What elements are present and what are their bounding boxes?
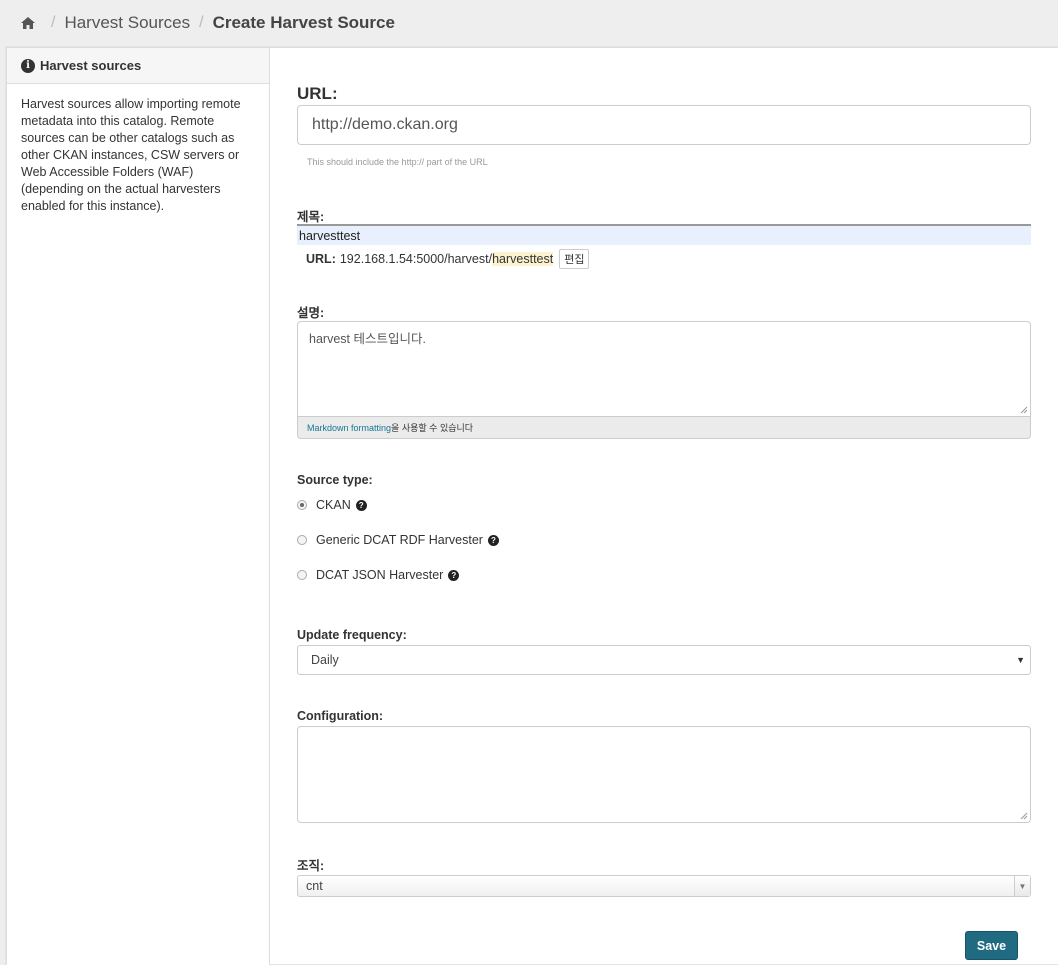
slug-preview: URL: 192.168.1.54:5000/harvest/harvestte… — [306, 249, 590, 269]
sidebar: i Harvest sources Harvest sources allow … — [7, 48, 270, 965]
sidebar-description: Harvest sources allow importing remote m… — [21, 97, 241, 213]
slug-label: URL: — [306, 252, 336, 266]
resize-grip-icon[interactable] — [1020, 406, 1028, 414]
caret-down-icon: ▼ — [1016, 655, 1025, 665]
question-icon[interactable]: ? — [448, 569, 460, 581]
frequency-select[interactable]: Daily ▼ — [297, 645, 1031, 675]
slug-name: harvesttest — [492, 252, 554, 266]
organization-label: 조직: — [297, 859, 325, 873]
description-value: harvest 테스트입니다. — [309, 332, 426, 346]
source-type-label-dcat-rdf: Generic DCAT RDF Harvester — [316, 533, 483, 547]
title-input[interactable]: harvesttest — [297, 224, 1031, 245]
url-label: URL: — [297, 84, 338, 103]
config-textarea[interactable] — [297, 726, 1031, 823]
title-label: 제목: — [297, 210, 325, 224]
slug-edit-button[interactable]: 편집 — [559, 249, 590, 269]
breadcrumb-current: Create Harvest Source — [212, 13, 395, 32]
breadcrumb-separator: / — [199, 14, 204, 31]
description-label: 설명: — [297, 306, 325, 320]
home-icon[interactable] — [20, 15, 36, 31]
radio-button[interactable] — [297, 535, 307, 545]
breadcrumb: / Harvest Sources / Create Harvest Sourc… — [0, 0, 1058, 46]
source-type-label: Source type: — [297, 473, 373, 487]
config-label: Configuration: — [297, 709, 384, 723]
description-textarea[interactable]: harvest 테스트입니다. — [297, 321, 1031, 417]
source-type-label-dcat-json: DCAT JSON Harvester — [316, 568, 444, 582]
save-button[interactable]: Save — [965, 931, 1018, 960]
organization-value: cnt — [306, 879, 323, 893]
breadcrumb-separator: / — [51, 14, 56, 31]
breadcrumb-harvest-sources[interactable]: Harvest Sources — [64, 13, 190, 33]
radio-button[interactable] — [297, 570, 307, 580]
radio-button[interactable] — [297, 500, 307, 510]
frequency-value: Daily — [311, 653, 339, 667]
source-type-label-ckan: CKAN — [316, 498, 351, 512]
markdown-link[interactable]: Markdown formatting — [307, 423, 391, 433]
url-input[interactable]: http://demo.ckan.org — [297, 105, 1031, 145]
sidebar-title: Harvest sources — [40, 58, 142, 73]
markdown-hint-suffix: 을 사용할 수 있습니다 — [391, 423, 474, 433]
frequency-label: Update frequency: — [297, 628, 407, 642]
source-type-option-ckan[interactable]: CKAN ? — [297, 498, 367, 512]
markdown-hint: Markdown formatting 을 사용할 수 있습니다 — [297, 417, 1031, 439]
resize-grip-icon[interactable] — [1020, 812, 1028, 820]
organization-select[interactable]: cnt ▼ — [297, 875, 1031, 897]
source-type-option-dcat-rdf[interactable]: Generic DCAT RDF Harvester ? — [297, 533, 499, 547]
question-icon[interactable]: ? — [487, 534, 499, 546]
sidebar-header: i Harvest sources — [7, 48, 269, 84]
info-icon: i — [21, 58, 35, 73]
question-icon[interactable]: ? — [355, 499, 367, 511]
caret-down-icon: ▼ — [1014, 876, 1030, 896]
url-help-text: This should include the http:// part of … — [307, 157, 488, 167]
content-panel: i Harvest sources Harvest sources allow … — [6, 47, 1058, 965]
source-type-option-dcat-json[interactable]: DCAT JSON Harvester ? — [297, 568, 460, 582]
slug-prefix: 192.168.1.54:5000/harvest/ — [339, 252, 493, 266]
